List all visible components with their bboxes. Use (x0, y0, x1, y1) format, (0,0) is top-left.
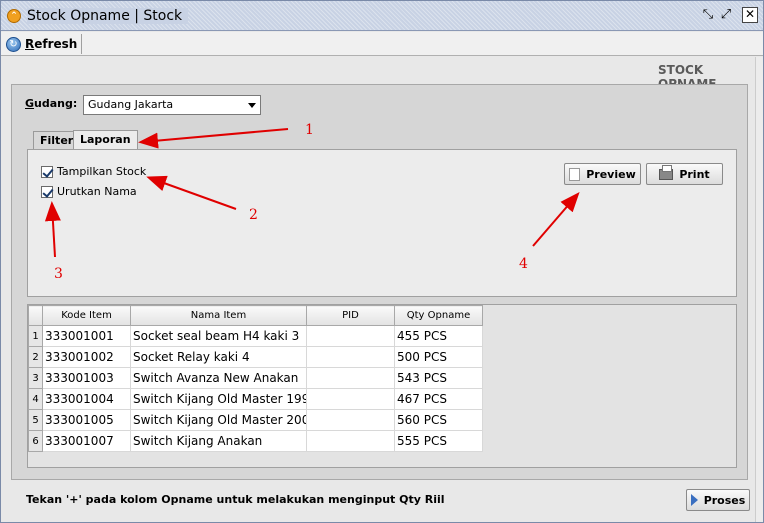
annotation-label-2: 2 (249, 207, 258, 223)
annotation-arrow-4 (532, 191, 580, 247)
annotation-arrow-3 (44, 201, 61, 258)
annotation-label-1: 1 (305, 122, 314, 138)
annotation-label-4: 4 (519, 256, 528, 272)
annotation-arrow-2 (146, 175, 237, 210)
annotation-arrow-1 (138, 128, 289, 149)
annotation-label-3: 3 (54, 266, 63, 282)
annotation-arrows (44, 128, 580, 258)
